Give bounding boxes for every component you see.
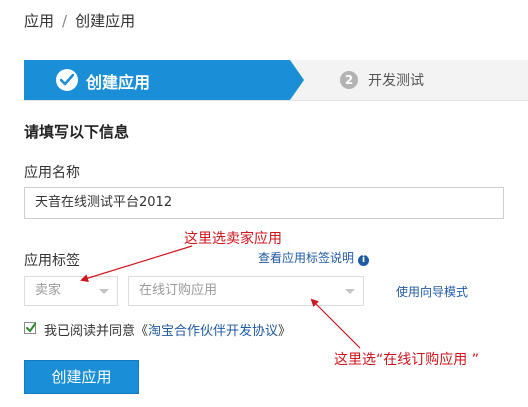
annotation-online-order: 这里选“在线订购应用 ”: [334, 352, 479, 368]
breadcrumb-current: 创建应用: [75, 12, 136, 30]
breadcrumb-separator: /: [62, 12, 68, 30]
tag-category-select[interactable]: 卖家: [24, 276, 118, 306]
app-tags-label: 应用标签: [24, 253, 80, 269]
tag-subcategory-value: 在线订购应用: [139, 283, 218, 298]
annotation-arrow-seller: [80, 245, 193, 283]
app-name-input[interactable]: 天音在线测试平台2012: [24, 187, 504, 219]
wizard-mode-link[interactable]: 使用向导模式: [396, 283, 468, 300]
create-app-page: 应用 / 创建应用 创建应用 2 开发测试 请填写以下信息 应用名称 天音在线测试平…: [0, 0, 528, 407]
tag-subcategory-select[interactable]: 在线订购应用: [128, 276, 364, 306]
step-dev-test-number: 2: [340, 71, 358, 89]
step-arrow: [290, 60, 304, 100]
app-tags-help-text[interactable]: 查看应用标签说明: [258, 251, 354, 265]
breadcrumb: 应用 / 创建应用: [24, 10, 135, 31]
agreement-checkbox[interactable]: [24, 322, 36, 334]
create-app-button[interactable]: 创建应用: [24, 360, 139, 394]
form-section-title: 请填写以下信息: [24, 123, 130, 141]
app-name-label: 应用名称: [24, 165, 80, 181]
agreement-text: 我已阅读并同意《淘宝合作伙伴开发协议》: [44, 320, 291, 339]
step-create-app-label: 创建应用: [86, 73, 151, 92]
info-icon[interactable]: i: [358, 255, 370, 266]
annotation-seller: 这里选卖家应用: [184, 231, 282, 247]
check-icon: [56, 69, 78, 91]
step-indicator: 创建应用 2 开发测试: [24, 60, 528, 101]
step-create-app: 创建应用: [24, 60, 290, 100]
agreement-suffix: 》: [278, 324, 292, 339]
annotation-arrow-online-order: [310, 298, 361, 349]
breadcrumb-root[interactable]: 应用: [24, 12, 54, 30]
app-tags-help-link[interactable]: 查看应用标签说明 i: [258, 249, 370, 266]
agreement-link[interactable]: 淘宝合作伙伴开发协议: [148, 324, 278, 339]
step-dev-test-label: 开发测试: [368, 73, 424, 89]
chevron-down-icon: [99, 289, 109, 294]
chevron-down-icon: [345, 289, 355, 294]
tag-category-value: 卖家: [35, 283, 62, 298]
agreement-prefix: 我已阅读并同意《: [44, 324, 149, 339]
